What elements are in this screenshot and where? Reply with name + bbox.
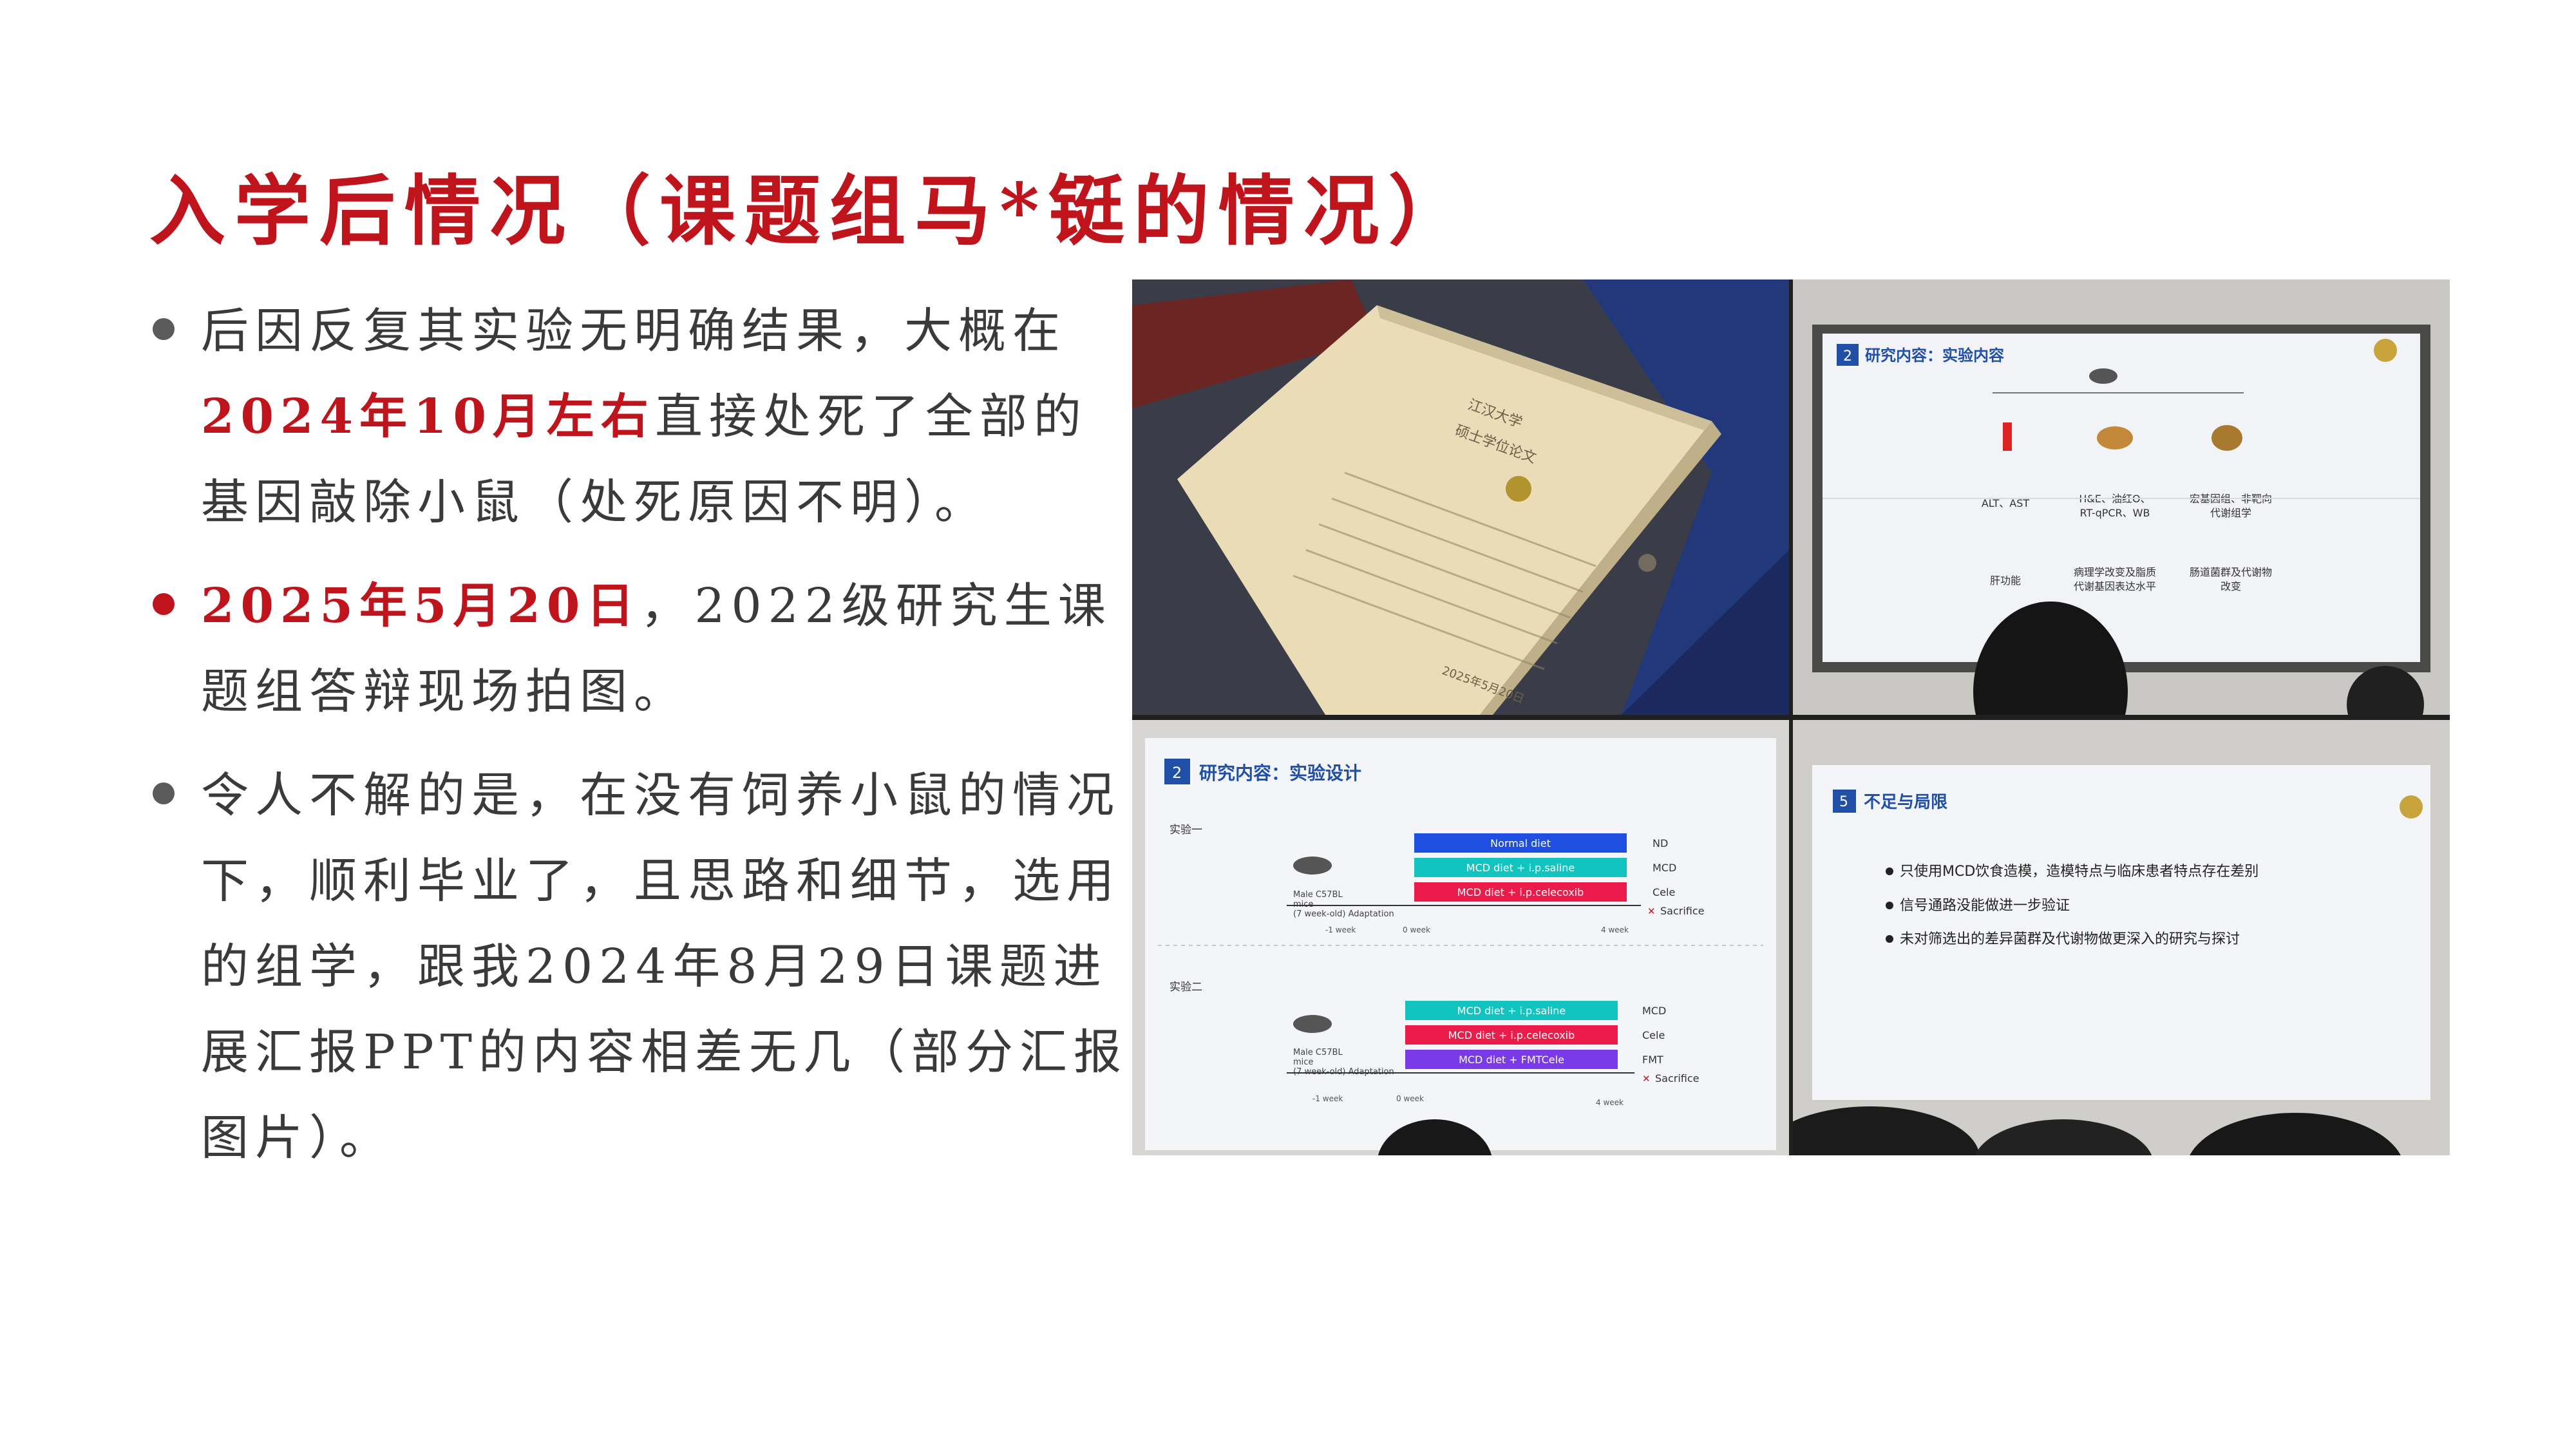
slide1-heading: 研究内容：实验内容 bbox=[1865, 346, 2004, 365]
slide1-col3-line3: 肠道菌群及代谢物 bbox=[2190, 566, 2272, 578]
mouse-icon bbox=[2089, 368, 2117, 384]
slide2-num: 2 bbox=[1172, 764, 1182, 782]
photo-slide-limits: 5 不足与局限 只使用MCD饮食造模，造模特点与临床患者特点存在差别 信号通路没… bbox=[1793, 720, 2450, 1155]
tick-minus1-2: -1 week bbox=[1312, 1094, 1343, 1103]
slide3-item-2: 信号通路没能做进一步验证 bbox=[1900, 898, 2070, 914]
exp2-mice-2: mice bbox=[1293, 1057, 1313, 1067]
bullet-2-highlight: 2025年5月20日 bbox=[201, 578, 641, 634]
label-sacrifice-2: Sacrifice bbox=[1655, 1072, 1700, 1084]
bullet-dot bbox=[153, 318, 175, 340]
bar5-label: MCD diet + i.p.celecoxib bbox=[1448, 1029, 1575, 1041]
photo-collage: 江汉大学 硕士学位论文 2025年5月20日 2 研究内容：实验内容 ALT、A… bbox=[1132, 279, 2450, 1155]
bullet-list: 后因反复其实验无明确结果，大概在2024年10月左右直接处死了全部的基因敲除小鼠… bbox=[149, 289, 1141, 1199]
label-cele: Cele bbox=[1653, 886, 1675, 898]
bullet-3-text: 令人不解的是，在没有饲养小鼠的情况下，顺利毕业了，且思路和细节，选用的组学，跟我… bbox=[201, 768, 1128, 1166]
slide1-num: 2 bbox=[1843, 348, 1852, 365]
photo-slide-content: 2 研究内容：实验内容 ALT、AST 肝功能 H&E、油红O、 RT-qPCR… bbox=[1793, 279, 2450, 715]
feces-icon bbox=[2211, 425, 2242, 451]
exp2-mice-1: Male C57BL bbox=[1293, 1048, 1343, 1057]
photo-slide-design: 2 研究内容：实验设计 实验一 Male C57BL mice (7 week-… bbox=[1132, 720, 1789, 1155]
bullet-dot bbox=[1886, 902, 1893, 909]
blood-tube-icon bbox=[2003, 422, 2012, 451]
bullet-1-text-a: 后因反复其实验无明确结果，大概在 bbox=[201, 303, 1066, 359]
bar3-label: MCD diet + i.p.celecoxib bbox=[1457, 886, 1584, 898]
mouse-icon bbox=[1293, 857, 1332, 875]
tick-4: 4 week bbox=[1601, 925, 1629, 934]
bar1-label: Normal diet bbox=[1490, 837, 1551, 849]
slide3-num: 5 bbox=[1839, 794, 1848, 810]
slide1-col2-line4: 代谢基因表达水平 bbox=[2074, 580, 2156, 592]
tick-0-2: 0 week bbox=[1396, 1094, 1424, 1103]
exp2-mice-3: (7 week-old) Adaptation bbox=[1293, 1067, 1394, 1077]
liver-icon bbox=[2097, 426, 2133, 450]
photo-thesis-cover: 江汉大学 硕士学位论文 2025年5月20日 bbox=[1132, 279, 1789, 715]
exp1-label: 实验一 bbox=[1170, 824, 1202, 837]
bullet-item-2: 2025年5月20日，2022级研究生课题组答辩现场拍图。 bbox=[149, 564, 1141, 735]
label-cele-2: Cele bbox=[1642, 1029, 1665, 1041]
slide3-item-1: 只使用MCD饮食造模，造模特点与临床患者特点存在差别 bbox=[1900, 864, 2259, 880]
bullet-1-highlight: 2024年10月左右 bbox=[201, 389, 655, 444]
exp1-mice-2: mice bbox=[1293, 900, 1313, 909]
bullet-dot-red bbox=[153, 593, 175, 615]
exp1-mice-3: (7 week-old) Adaptation bbox=[1293, 909, 1394, 919]
slide1-col3-line4: 改变 bbox=[2221, 580, 2241, 592]
slide3-item-3: 未对筛选出的差异菌群及代谢物做更深入的研究与探讨 bbox=[1900, 931, 2240, 947]
tick-minus1: -1 week bbox=[1325, 925, 1356, 934]
mouse-icon bbox=[1293, 1015, 1332, 1033]
label-nd: ND bbox=[1653, 837, 1668, 849]
slide1-col2-line2: RT-qPCR、WB bbox=[2080, 507, 2150, 519]
label-mcd: MCD bbox=[1653, 862, 1676, 874]
slide2-heading: 研究内容：实验设计 bbox=[1199, 762, 1361, 784]
bullet-item-1: 后因反复其实验无明确结果，大概在2024年10月左右直接处死了全部的基因敲除小鼠… bbox=[149, 289, 1141, 545]
exp1-mice-1: Male C57BL bbox=[1293, 890, 1343, 900]
school-emblem-icon bbox=[2374, 339, 2397, 362]
exp2-label: 实验二 bbox=[1170, 981, 1202, 994]
label-fmt: FMT bbox=[1642, 1054, 1663, 1066]
bar2-label: MCD diet + i.p.saline bbox=[1466, 862, 1575, 874]
school-emblem-icon bbox=[2400, 795, 2423, 819]
school-emblem-icon bbox=[1506, 476, 1531, 502]
bar4-label: MCD diet + i.p.saline bbox=[1457, 1005, 1566, 1017]
page-title: 入学后情况（课题组马*铤的情况） bbox=[149, 166, 1473, 256]
sacrifice-x-icon: ✕ bbox=[1642, 1073, 1651, 1084]
label-sacrifice: Sacrifice bbox=[1660, 905, 1705, 917]
slide3-heading: 不足与局限 bbox=[1864, 793, 1947, 812]
bullet-dot bbox=[1886, 935, 1893, 943]
label-mcd-2: MCD bbox=[1642, 1005, 1666, 1017]
slide1-col1-line2: 肝功能 bbox=[1990, 574, 2021, 587]
bullet-dot bbox=[153, 782, 175, 804]
slide1-col3-line2: 代谢组学 bbox=[2210, 507, 2251, 519]
tick-4-2: 4 week bbox=[1596, 1098, 1624, 1107]
bullet-item-3: 令人不解的是，在没有饲养小鼠的情况下，顺利毕业了，且思路和细节，选用的组学，跟我… bbox=[149, 753, 1141, 1181]
tick-0: 0 week bbox=[1403, 925, 1430, 934]
bar6-label: MCD diet + FMTCele bbox=[1459, 1054, 1564, 1066]
stamp-icon bbox=[1638, 554, 1656, 572]
bullet-dot bbox=[1886, 867, 1893, 875]
slide1-col2-line3: 病理学改变及脂质 bbox=[2074, 566, 2156, 578]
sacrifice-x-icon: ✕ bbox=[1647, 905, 1656, 917]
